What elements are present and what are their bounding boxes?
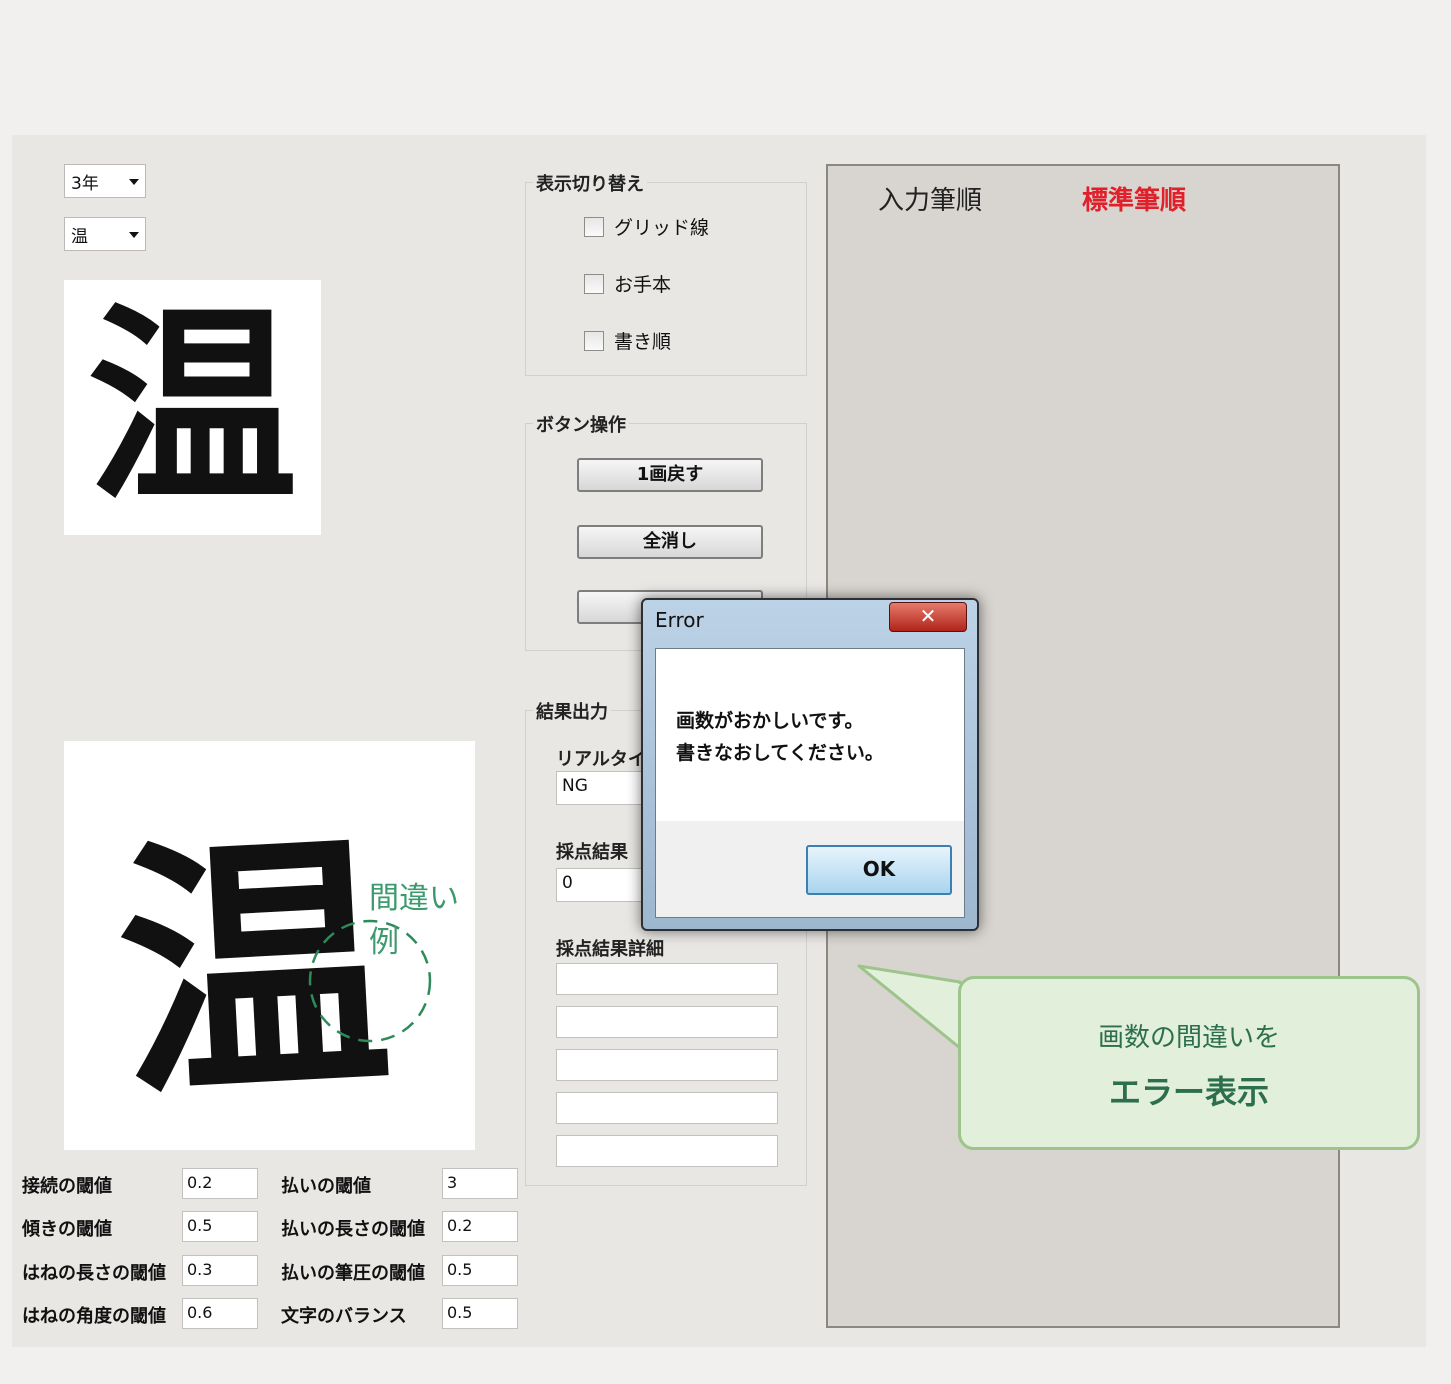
ok-button[interactable]: OK	[806, 845, 952, 895]
chevron-down-icon	[129, 179, 139, 185]
param-field-harai[interactable]: 3	[442, 1168, 518, 1199]
input-order-label: 入力筆順	[878, 186, 983, 216]
param-field-hane-length[interactable]: 0.3	[182, 1255, 258, 1286]
grid-lines-toggle[interactable]: グリッド線	[584, 213, 709, 240]
detail-field-2[interactable]	[556, 1006, 778, 1038]
standard-order-label: 標準筆順	[1082, 186, 1187, 216]
grade-select-value: 3年	[71, 174, 99, 194]
callout-line2: エラー表示	[1108, 1073, 1269, 1111]
stroke-order-toggle[interactable]: 書き順	[584, 327, 671, 354]
undo-stroke-button[interactable]: 1画戻す	[577, 458, 763, 492]
param-field-connect[interactable]: 0.2	[182, 1168, 258, 1199]
param-label-harai-length: 払いの長さの閾値	[281, 1219, 425, 1240]
detail-field-3[interactable]	[556, 1049, 778, 1081]
callout-pointer	[857, 964, 964, 1050]
param-label-tilt: 傾きの閾値	[22, 1219, 112, 1240]
score-label: 採点結果	[556, 842, 628, 863]
close-icon: ✕	[919, 604, 937, 628]
detail-field-5[interactable]	[556, 1135, 778, 1167]
kanji-select[interactable]: 温	[64, 217, 146, 251]
annotation-callout: 画数の間違いを エラー表示	[958, 976, 1420, 1150]
checkbox[interactable]	[584, 330, 604, 351]
param-label-harai: 払いの閾値	[281, 1176, 371, 1197]
detail-field-1[interactable]	[556, 963, 778, 995]
result-group-title: 結果出力	[533, 698, 611, 724]
param-label-balance: 文字のバランス	[281, 1306, 407, 1327]
dialog-message-line2: 書きなおしてください。	[676, 742, 884, 764]
param-label-harai-pressure: 払いの筆圧の閾値	[281, 1263, 425, 1284]
clear-all-button[interactable]: 全消し	[577, 525, 763, 559]
writing-canvas[interactable]: 温 間違い例	[64, 741, 475, 1150]
param-label-hane-angle: はねの角度の閾値	[22, 1306, 166, 1327]
dialog-message-line1: 画数がおかしいです。	[676, 710, 864, 732]
button-group-title: ボタン操作	[533, 411, 629, 437]
param-field-harai-length[interactable]: 0.2	[442, 1211, 518, 1242]
dialog-title: Error	[655, 608, 704, 632]
model-char: 温	[87, 285, 298, 530]
model-char-canvas: 温	[64, 280, 321, 535]
callout-line1: 画数の間違いを	[1097, 1023, 1280, 1053]
grid-lines-label: グリッド線	[614, 217, 710, 239]
close-button[interactable]: ✕	[889, 602, 967, 632]
model-toggle[interactable]: お手本	[584, 270, 671, 297]
dialog-body: 画数がおかしいです。 書きなおしてください。 OK	[655, 648, 965, 918]
detail-field-4[interactable]	[556, 1092, 778, 1124]
param-label-hane-length: はねの長さの閾値	[22, 1263, 166, 1284]
chevron-down-icon	[129, 232, 139, 238]
model-label: お手本	[614, 274, 672, 296]
checkbox[interactable]	[584, 273, 604, 294]
error-example-label: 間違い例	[369, 881, 459, 960]
param-field-tilt[interactable]: 0.5	[182, 1211, 258, 1242]
dialog-message: 画数がおかしいです。 書きなおしてください。	[676, 705, 884, 769]
param-field-balance[interactable]: 0.5	[442, 1298, 518, 1329]
stroke-order-label: 書き順	[614, 331, 672, 353]
grade-select[interactable]: 3年	[64, 164, 146, 198]
detail-label: 採点結果詳細	[556, 939, 664, 960]
display-toggle-title: 表示切り替え	[533, 170, 647, 196]
param-field-harai-pressure[interactable]: 0.5	[442, 1255, 518, 1286]
checkbox[interactable]	[584, 216, 604, 237]
error-dialog: Error ✕ 画数がおかしいです。 書きなおしてください。 OK	[641, 598, 979, 931]
kanji-select-value: 温	[71, 227, 88, 247]
param-field-hane-angle[interactable]: 0.6	[182, 1298, 258, 1329]
param-label-connect: 接続の閾値	[22, 1176, 112, 1197]
